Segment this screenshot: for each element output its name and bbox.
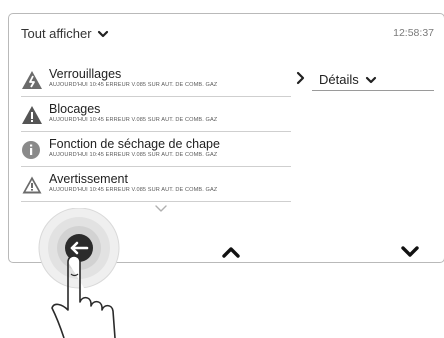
details-label: Détails [319,72,359,87]
details-dropdown[interactable]: Détails [319,72,377,87]
clock-time: 12:58:37 [393,27,434,39]
scroll-down-button[interactable] [399,244,421,260]
list-item[interactable]: Blocages AUJOURD'HUI 10:45 ERREUR V.085 … [21,97,291,132]
warning-outline-icon [22,176,42,194]
chevron-down-icon [155,205,167,212]
message-list: Verrouillages AUJOURD'HUI 10:45 ERREUR V… [21,62,305,202]
info-icon [22,141,40,159]
chevron-down-icon [97,30,108,37]
message-title: Fonction de séchage de chape [49,137,220,151]
filter-label: Tout afficher [21,26,92,41]
filter-dropdown[interactable]: Tout afficher [21,26,109,41]
top-bar: Tout afficher 12:58:37 [9,14,444,48]
message-detail: AUJOURD'HUI 10:45 ERREUR V.085 SUR AUT. … [49,117,218,123]
divider [312,90,434,91]
message-detail: AUJOURD'HUI 10:45 ERREUR V.085 SUR AUT. … [49,187,218,193]
scroll-up-button[interactable] [220,244,242,260]
warning-filled-icon [22,106,42,124]
lock-warning-icon [22,71,42,89]
message-title: Verrouillages [49,67,122,81]
message-detail: AUJOURD'HUI 10:45 ERREUR V.085 SUR AUT. … [49,152,218,158]
list-item[interactable]: Fonction de séchage de chape AUJOURD'HUI… [21,132,291,167]
message-detail: AUJOURD'HUI 10:45 ERREUR V.085 SUR AUT. … [49,82,218,88]
list-item[interactable]: Verrouillages AUJOURD'HUI 10:45 ERREUR V… [21,62,305,97]
list-item[interactable]: Avertissement AUJOURD'HUI 10:45 ERREUR V… [21,167,291,202]
message-title: Blocages [49,102,101,116]
chevron-right-icon [296,71,305,85]
pointing-hand-icon [51,255,116,338]
chevron-down-icon [365,76,376,83]
message-title: Avertissement [49,172,128,186]
